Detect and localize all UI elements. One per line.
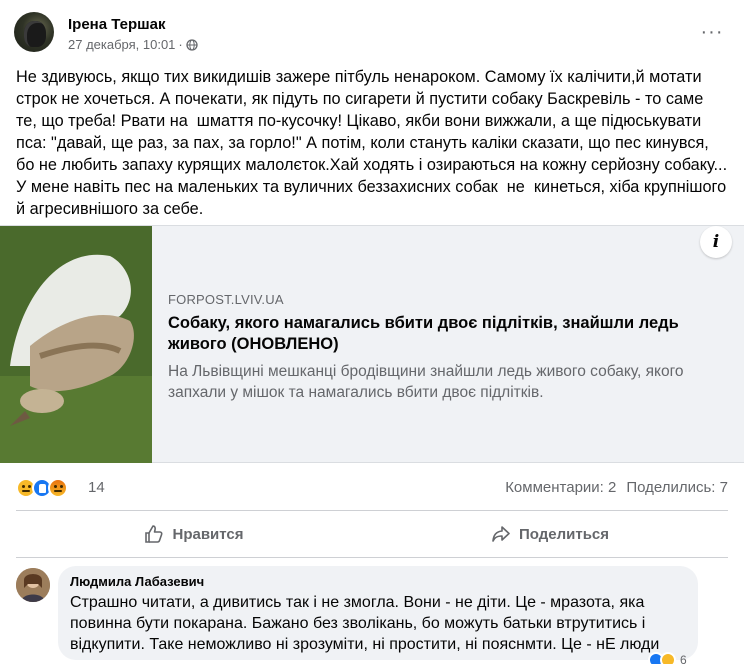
sad-icon xyxy=(660,652,676,664)
reaction-icons[interactable] xyxy=(16,478,68,498)
post-meta: 27 декабря, 10:01 · xyxy=(68,37,198,52)
dog-avatar-image xyxy=(24,21,46,47)
reactions-bar: 14 Комментарии: 2 Поделились: 7 xyxy=(16,476,728,500)
angry-icon xyxy=(48,478,68,498)
share-button-label: Поделиться xyxy=(518,525,610,543)
post-stats: Комментарии: 2 Поделились: 7 xyxy=(505,479,728,496)
person-photo-icon xyxy=(16,568,50,602)
link-domain: FORPOST.LVIV.UA xyxy=(168,292,284,307)
comment-reactions[interactable]: 6 xyxy=(648,652,687,664)
thumbs-up-icon xyxy=(145,525,164,543)
like-button-label: Нравится xyxy=(172,525,244,543)
link-description: На Львівщині мешканці бродівщини знайшли… xyxy=(168,363,684,401)
link-title[interactable]: Собаку, якого намагались вбити двоє підл… xyxy=(168,313,734,355)
comments-count[interactable]: Комментарии: 2 xyxy=(505,479,616,496)
comment-reaction-count: 6 xyxy=(680,653,687,664)
shares-count[interactable]: Поделились: 7 xyxy=(626,479,728,496)
link-preview-image[interactable] xyxy=(0,226,152,463)
post-header: Ірена Тершак 27 декабря, 10:01 · ··· xyxy=(14,12,730,56)
info-button[interactable]: i xyxy=(700,226,732,258)
post-body-text: Не здивуюсь, якщо тих викидишів зажере п… xyxy=(16,68,732,218)
post-timestamp[interactable]: 27 декабря, 10:01 xyxy=(68,37,175,52)
dog-photo-icon xyxy=(0,226,152,463)
comment-text: Страшно читати, а дивитись так і не змог… xyxy=(70,594,660,653)
link-preview-card[interactable]: i FORPOST.LVIV.UA Собаку, якого намагали… xyxy=(0,225,744,463)
commenter-name[interactable]: Людмила Лабазевич xyxy=(70,574,686,589)
globe-icon[interactable] xyxy=(186,38,198,51)
post-actions: Нравится Поделиться xyxy=(16,512,728,556)
meta-separator: · xyxy=(178,37,183,52)
post-author-name[interactable]: Ірена Тершак xyxy=(68,16,166,33)
comment-bubble: Людмила Лабазевич Страшно читати, а диви… xyxy=(58,566,698,660)
share-icon xyxy=(492,526,510,542)
like-button[interactable]: Нравится xyxy=(16,512,372,556)
share-button[interactable]: Поделиться xyxy=(372,512,728,556)
reaction-count[interactable]: 14 xyxy=(88,479,105,496)
commenter-avatar[interactable] xyxy=(16,568,50,602)
author-avatar[interactable] xyxy=(14,12,54,52)
more-options-button[interactable]: ··· xyxy=(700,20,724,44)
link-preview-body[interactable]: FORPOST.LVIV.UA Собаку, якого намагались… xyxy=(168,292,734,403)
divider xyxy=(16,557,728,558)
divider xyxy=(16,510,728,511)
